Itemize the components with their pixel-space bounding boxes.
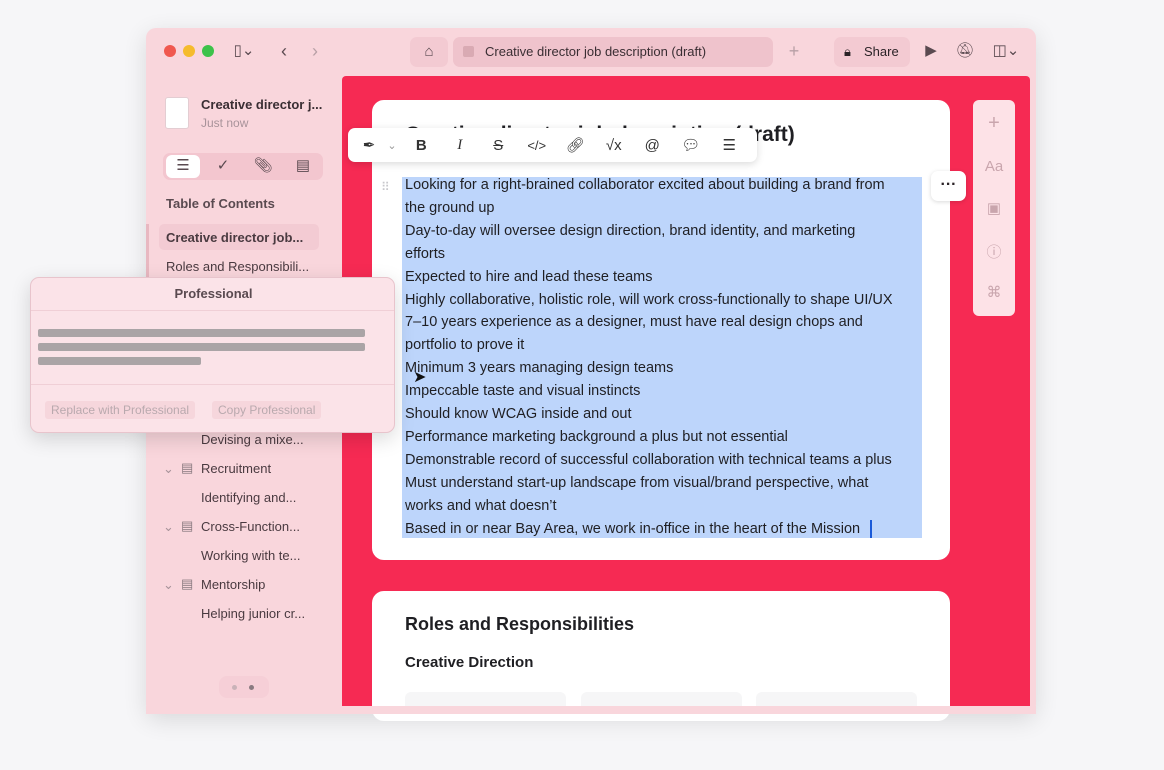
sidebar-doc-title[interactable]: Creative director j... — [201, 97, 322, 112]
page-icon: ▤ — [181, 518, 194, 533]
highlighter-icon[interactable]: ✒︎ — [356, 136, 382, 154]
command-icon[interactable]: ⌘ — [973, 283, 1015, 301]
replace-button[interactable]: Replace with Professional — [45, 401, 196, 419]
document-line[interactable]: 7–10 years experience as a designer, mus… — [405, 314, 863, 330]
section-heading[interactable]: Roles and Responsibilities — [405, 614, 634, 635]
drag-handle-icon[interactable]: ⠿ — [381, 180, 390, 194]
loading-placeholder — [38, 343, 365, 351]
toc-item[interactable]: Identifying and... — [201, 490, 296, 505]
document-line[interactable]: Based in or near Bay Area, we work in-of… — [405, 521, 860, 537]
page-icon: ▤ — [181, 576, 194, 591]
info-icon[interactable]: ⓘ — [973, 241, 1015, 262]
text-cursor — [870, 520, 872, 538]
document-line[interactable]: Day-to-day will oversee design direction… — [405, 223, 855, 239]
settings-sliders-icon[interactable]: ☰ — [710, 136, 749, 154]
document-line[interactable]: Must understand start-up landscape from … — [405, 475, 868, 491]
toc-item[interactable]: Creative director job... — [166, 230, 303, 245]
code-icon[interactable]: </> — [518, 138, 557, 153]
text-style-icon[interactable]: Aa — [973, 158, 1015, 175]
loading-placeholder — [38, 329, 365, 337]
toc-icon[interactable]: ☰ — [166, 155, 200, 178]
tasks-icon[interactable]: ✓ — [206, 155, 240, 177]
document-line[interactable]: Looking for a right-brained collaborator… — [405, 177, 885, 193]
image-icon[interactable]: ▣ — [973, 199, 1015, 217]
document-line[interactable]: the ground up — [405, 200, 495, 216]
new-tab-icon[interactable]: + — [784, 40, 804, 62]
window-bottom — [146, 706, 1036, 714]
subheading[interactable]: Creative Direction — [405, 654, 533, 671]
mouse-pointer-icon: ➤ — [413, 369, 427, 386]
lock-icon: 🔒︎ — [844, 44, 851, 59]
document-line[interactable]: Performance marketing background a plus … — [405, 429, 788, 445]
toc-item[interactable]: Helping junior cr... — [201, 606, 305, 621]
toc-item[interactable]: Cross-Function... — [201, 519, 300, 534]
document-line[interactable]: portfolio to prove it — [405, 337, 524, 353]
document-line[interactable]: Demonstrable record of successful collab… — [405, 452, 892, 468]
italic-icon[interactable]: I — [441, 137, 480, 154]
document-thumbnail — [165, 97, 189, 129]
plus-icon[interactable]: + — [973, 112, 1015, 135]
mention-icon[interactable]: @ — [633, 137, 672, 154]
maximize-button[interactable] — [202, 45, 214, 57]
toc-item[interactable]: Recruitment — [201, 461, 271, 476]
tab-title: Creative director job description (draft… — [485, 44, 707, 59]
tab-document[interactable]: Creative director job description (draft… — [453, 37, 773, 67]
sidebar-toggle-icon[interactable]: ▯⌄ — [227, 40, 261, 62]
share-button[interactable]: 🔒︎ Share — [834, 37, 910, 67]
page-indicator[interactable] — [219, 676, 269, 698]
toc-heading: Table of Contents — [166, 196, 275, 211]
back-icon[interactable]: ‹ — [274, 40, 294, 62]
strikethrough-icon[interactable]: S — [479, 137, 518, 154]
bell-off-icon[interactable]: 🔕︎ — [954, 40, 976, 62]
link-icon[interactable]: 🔗︎ — [556, 136, 595, 154]
loading-placeholder — [38, 357, 201, 365]
chevron-down-icon[interactable]: ⌄ — [382, 139, 402, 152]
toc-item[interactable]: Devising a mixe... — [201, 432, 304, 447]
tab-close-icon[interactable] — [463, 46, 474, 57]
chevron-down-icon[interactable]: ⌄ — [163, 461, 174, 477]
bold-icon[interactable]: B — [402, 137, 441, 154]
comment-icon[interactable]: 💬︎ — [672, 136, 711, 154]
present-icon[interactable]: ▶︎ — [920, 40, 942, 62]
chevron-down-icon[interactable]: ⌄ — [163, 519, 174, 535]
toc-item[interactable]: Working with te... — [201, 548, 300, 563]
toc-item[interactable]: Mentorship — [201, 577, 265, 592]
inspector-toggle-icon[interactable]: ◫⌄ — [988, 40, 1024, 62]
right-panel: + Aa ▣ ⓘ ⌘ — [973, 100, 1015, 316]
share-label: Share — [864, 44, 899, 59]
document-line[interactable]: Expected to hire and lead these teams — [405, 269, 652, 285]
document-line[interactable]: Should know WCAG inside and out — [405, 406, 632, 422]
document-line[interactable]: efforts — [405, 246, 445, 262]
minimize-button[interactable] — [183, 45, 195, 57]
document-line[interactable]: Minimum 3 years managing design teams — [405, 360, 673, 376]
toc-item[interactable]: Roles and Responsibili... — [166, 259, 309, 274]
toc-indicator — [146, 224, 149, 280]
sidebar-doc-time: Just now — [201, 116, 249, 130]
copy-button[interactable]: Copy Professional — [212, 401, 322, 419]
more-options-button[interactable]: ··· — [931, 171, 966, 201]
close-button[interactable] — [164, 45, 176, 57]
search-doc-icon[interactable]: ▤ — [286, 155, 320, 177]
document-line[interactable]: works and what doesn’t — [405, 498, 557, 514]
math-icon[interactable]: √x — [595, 137, 634, 154]
attachments-icon[interactable]: 📎︎ — [246, 155, 280, 177]
forward-icon[interactable]: › — [305, 40, 325, 62]
document-line[interactable]: Impeccable taste and visual instincts — [405, 383, 640, 399]
popover-title: Professional — [174, 286, 253, 301]
home-icon[interactable]: ⌂ — [410, 37, 448, 67]
chevron-down-icon[interactable]: ⌄ — [163, 577, 174, 593]
page-icon: ▤ — [181, 460, 194, 475]
professional-popover: Professional Replace with Professional C… — [30, 277, 395, 433]
document-line[interactable]: Highly collaborative, holistic role, wil… — [405, 292, 893, 308]
format-toolbar: ✒︎ ⌄ B I S </> 🔗︎ √x @ 💬︎ ☰ — [348, 128, 757, 162]
